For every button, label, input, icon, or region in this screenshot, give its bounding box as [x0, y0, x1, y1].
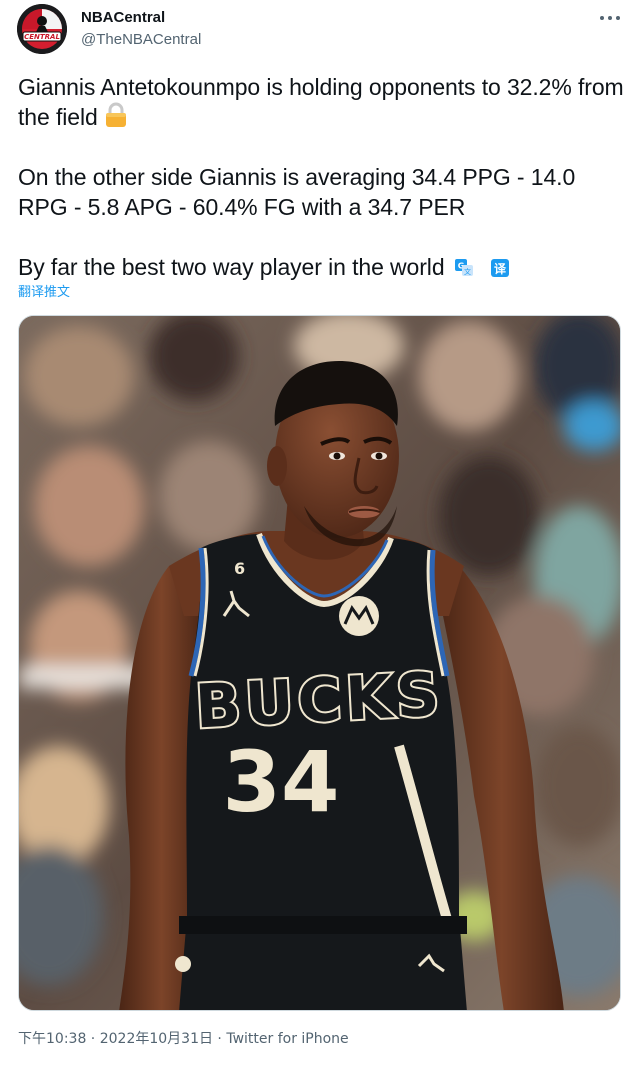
translate-tweet-link[interactable]: 翻译推文: [18, 285, 70, 301]
nbacentral-logo-icon: CENTRAL: [17, 4, 67, 54]
tweet-meta: 下午10:38 · 2022年10月31日 · Twitter for iPho…: [18, 1030, 349, 1048]
jersey-number: 34: [223, 733, 340, 831]
tweet-source[interactable]: Twitter for iPhone: [226, 1031, 348, 1047]
meta-separator: ·: [86, 1031, 100, 1047]
lock-icon: [104, 102, 128, 128]
more-options-button[interactable]: [597, 8, 623, 28]
svg-text:译: 译: [494, 262, 507, 276]
tweet-time[interactable]: 下午10:38: [18, 1031, 86, 1047]
jersey-wordmark: BUCKS: [193, 660, 445, 743]
tweet-line-3: By far the best two way player in the wo…: [18, 254, 445, 280]
avatar-logo-text: CENTRAL: [24, 33, 60, 41]
user-handle[interactable]: @TheNBACentral: [81, 30, 201, 50]
tweet-paragraph-1: Giannis Antetokounmpo is holding opponen…: [18, 72, 628, 132]
translate-icon[interactable]: 译: [490, 259, 509, 277]
avatar[interactable]: CENTRAL: [17, 4, 67, 54]
tweet-date[interactable]: 2022年10月31日: [100, 1031, 213, 1047]
tweet-paragraph-3: By far the best two way player in the wo…: [18, 252, 628, 282]
player-photo: 6 BUCKS 34: [19, 316, 620, 1010]
meta-separator: ·: [212, 1031, 227, 1047]
tweet-text: Giannis Antetokounmpo is holding opponen…: [18, 72, 628, 282]
tweet-photo[interactable]: 6 BUCKS 34: [18, 315, 621, 1011]
tweet-paragraph-2: On the other side Giannis is averaging 3…: [18, 164, 576, 220]
translate-icon[interactable]: G 文: [454, 259, 473, 277]
author-block[interactable]: NBACentral @TheNBACentral: [81, 9, 201, 50]
display-name[interactable]: NBACentral: [81, 9, 201, 27]
collar-number: 6: [234, 559, 245, 578]
more-dots-icon: [600, 16, 620, 20]
svg-text:文: 文: [464, 267, 471, 276]
